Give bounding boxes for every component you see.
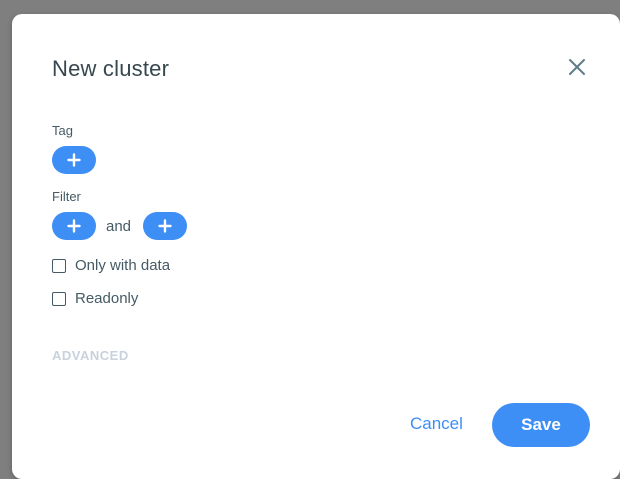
save-button[interactable]: Save <box>492 403 590 447</box>
close-icon[interactable] <box>566 56 588 78</box>
only-with-data-label: Only with data <box>75 257 171 274</box>
plus-icon <box>158 219 172 233</box>
only-with-data-checkbox[interactable] <box>52 258 66 273</box>
filter-and-text: and <box>106 218 132 235</box>
add-filter-right-button[interactable] <box>143 212 187 240</box>
only-with-data-option[interactable]: Only with data <box>52 257 170 274</box>
plus-icon <box>67 219 81 233</box>
new-cluster-dialog: New cluster Tag Filter and Only with dat… <box>12 14 620 479</box>
readonly-checkbox[interactable] <box>52 291 66 306</box>
filter-label: Filter <box>52 189 81 204</box>
readonly-option[interactable]: Readonly <box>52 290 138 307</box>
dialog-title: New cluster <box>52 56 170 81</box>
plus-icon <box>67 153 81 167</box>
add-filter-left-button[interactable] <box>52 212 96 240</box>
add-tag-button[interactable] <box>52 146 96 174</box>
advanced-toggle[interactable]: ADVANCED <box>52 348 129 363</box>
tag-label: Tag <box>52 123 73 138</box>
readonly-label: Readonly <box>75 290 139 307</box>
cancel-button[interactable]: Cancel <box>410 414 463 434</box>
